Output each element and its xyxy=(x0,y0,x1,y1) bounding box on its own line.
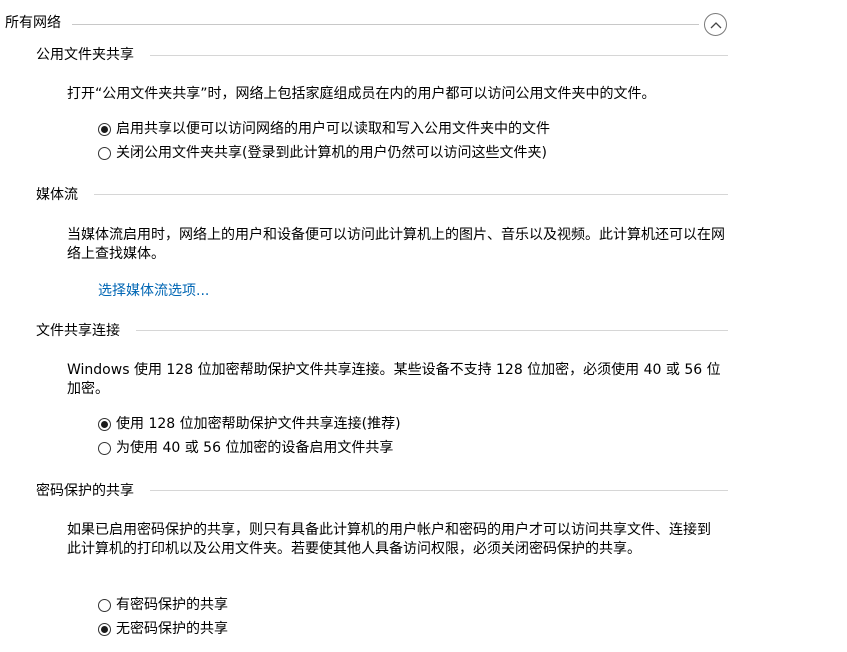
section-title-media-streaming: 媒体流 xyxy=(36,185,88,205)
radio-button[interactable] xyxy=(98,441,111,455)
radio-button-checked[interactable] xyxy=(98,122,111,136)
collapse-button[interactable] xyxy=(704,13,727,36)
group-divider xyxy=(72,24,699,25)
section-title-password-protected-sharing: 密码保护的共享 xyxy=(36,481,144,501)
choose-media-streaming-options-link[interactable]: 选择媒体流选项... xyxy=(98,281,209,301)
section-title-file-sharing-connections: 文件共享连接 xyxy=(36,321,130,341)
radio-enable-public-sharing[interactable]: 启用共享以便可以访问网络的用户可以读取和写入公用文件夹中的文件 xyxy=(98,119,550,139)
radio-label: 为使用 40 或 56 位加密的设备启用文件共享 xyxy=(116,440,394,456)
radio-label: 无密码保护的共享 xyxy=(116,621,228,637)
radio-label: 有密码保护的共享 xyxy=(116,597,228,613)
group-title: 所有网络 xyxy=(5,15,61,31)
radio-password-protected-on[interactable]: 有密码保护的共享 xyxy=(98,595,228,615)
password-protected-sharing-description: 如果已启用密码保护的共享，则只有具备此计算机的用户帐户和密码的用户才可以访问共享… xyxy=(67,522,711,557)
section-divider xyxy=(150,490,728,491)
media-streaming-description: 当媒体流启用时，网络上的用户和设备便可以访问此计算机上的图片、音乐以及视频。此计… xyxy=(67,227,725,262)
radio-label: 关闭公用文件夹共享(登录到此计算机的用户仍然可以访问这些文件夹) xyxy=(116,145,547,161)
radio-128-bit-encryption[interactable]: 使用 128 位加密帮助保护文件共享连接(推荐) xyxy=(98,414,401,434)
radio-label: 启用共享以便可以访问网络的用户可以读取和写入公用文件夹中的文件 xyxy=(116,121,550,137)
radio-button-checked[interactable] xyxy=(98,417,111,431)
chevron-up-icon xyxy=(710,21,721,28)
section-divider xyxy=(136,330,728,331)
radio-button-checked[interactable] xyxy=(98,622,111,636)
radio-button[interactable] xyxy=(98,598,111,612)
section-divider xyxy=(94,194,728,195)
radio-button[interactable] xyxy=(98,146,111,160)
public-folder-sharing-description: 打开“公用文件夹共享”时，网络上包括家庭组成员在内的用户都可以访问公用文件夹中的… xyxy=(67,86,656,102)
file-sharing-connections-description: Windows 使用 128 位加密帮助保护文件共享连接。某些设备不支持 128… xyxy=(67,362,721,397)
section-title-public-folder-sharing: 公用文件夹共享 xyxy=(36,45,144,65)
radio-password-protected-off[interactable]: 无密码保护的共享 xyxy=(98,619,228,639)
section-divider xyxy=(150,55,728,56)
radio-40-56-bit-encryption[interactable]: 为使用 40 或 56 位加密的设备启用文件共享 xyxy=(98,438,393,458)
radio-disable-public-sharing[interactable]: 关闭公用文件夹共享(登录到此计算机的用户仍然可以访问这些文件夹) xyxy=(98,143,547,163)
radio-label: 使用 128 位加密帮助保护文件共享连接(推荐) xyxy=(116,416,401,432)
